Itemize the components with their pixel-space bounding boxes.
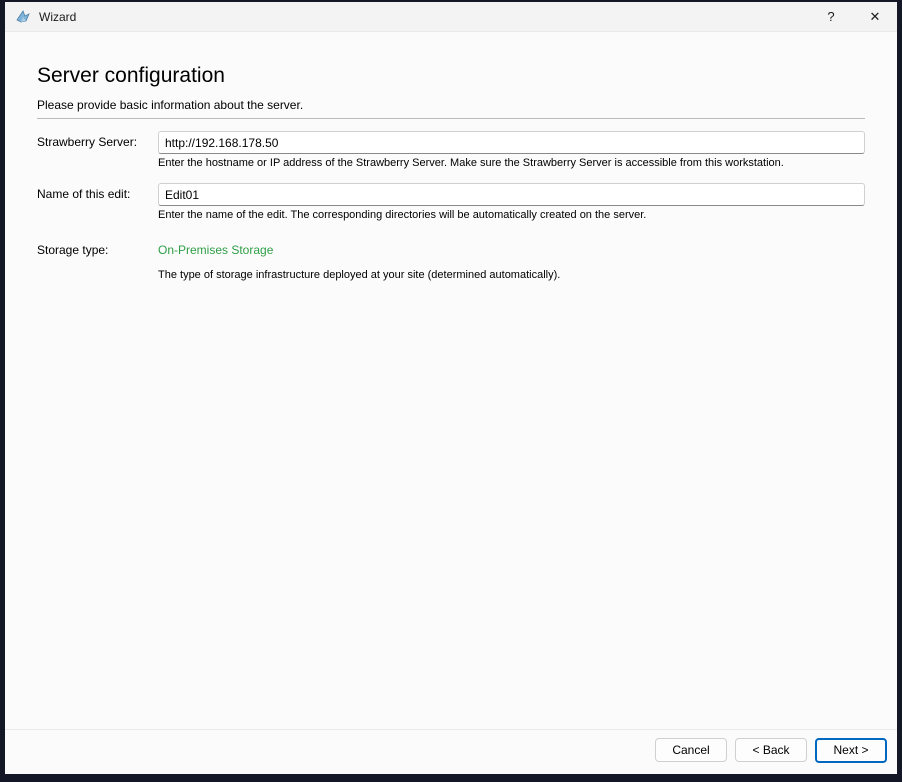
edit-name-help: Enter the name of the edit. The correspo… <box>158 209 647 221</box>
window-frame: Wizard ? ✕ Server configuration Please p… <box>0 0 902 782</box>
edit-name-field: Enter the name of the edit. The correspo… <box>158 183 865 221</box>
page-subtitle: Please provide basic information about t… <box>37 98 304 112</box>
edit-name-input[interactable] <box>158 183 865 206</box>
storage-type-value: On-Premises Storage <box>158 243 274 257</box>
wizard-window: Wizard ? ✕ Server configuration Please p… <box>5 2 897 774</box>
strawberry-server-label: Strawberry Server: <box>37 135 138 149</box>
form-row-storage-type: Storage type: On-Premises Storage The ty… <box>37 239 865 281</box>
subtitle-divider <box>37 118 865 119</box>
storage-type-field: On-Premises Storage The type of storage … <box>158 239 865 281</box>
close-button[interactable]: ✕ <box>853 2 897 31</box>
wizard-content: Server configuration Please provide basi… <box>5 32 897 729</box>
storage-type-help: The type of storage infrastructure deplo… <box>158 269 561 281</box>
cancel-button[interactable]: Cancel <box>655 738 727 762</box>
window-title: Wizard <box>39 9 77 24</box>
strawberry-server-field: Enter the hostname or IP address of the … <box>158 131 865 169</box>
strawberry-server-input[interactable] <box>158 131 865 154</box>
next-button[interactable]: Next > <box>815 737 887 763</box>
edit-name-label: Name of this edit: <box>37 187 131 201</box>
form-row-edit-name: Name of this edit: Enter the name of the… <box>37 183 865 221</box>
page-title: Server configuration <box>37 64 225 87</box>
titlebar[interactable]: Wizard ? ✕ <box>5 2 897 32</box>
storage-type-label: Storage type: <box>37 243 109 257</box>
back-button[interactable]: < Back <box>735 738 807 762</box>
form-row-strawberry-server: Strawberry Server: Enter the hostname or… <box>37 131 865 169</box>
wizard-app-icon <box>15 9 31 25</box>
strawberry-server-help: Enter the hostname or IP address of the … <box>158 157 784 169</box>
help-button[interactable]: ? <box>809 2 853 31</box>
wizard-footer: Cancel < Back Next > <box>5 729 897 774</box>
